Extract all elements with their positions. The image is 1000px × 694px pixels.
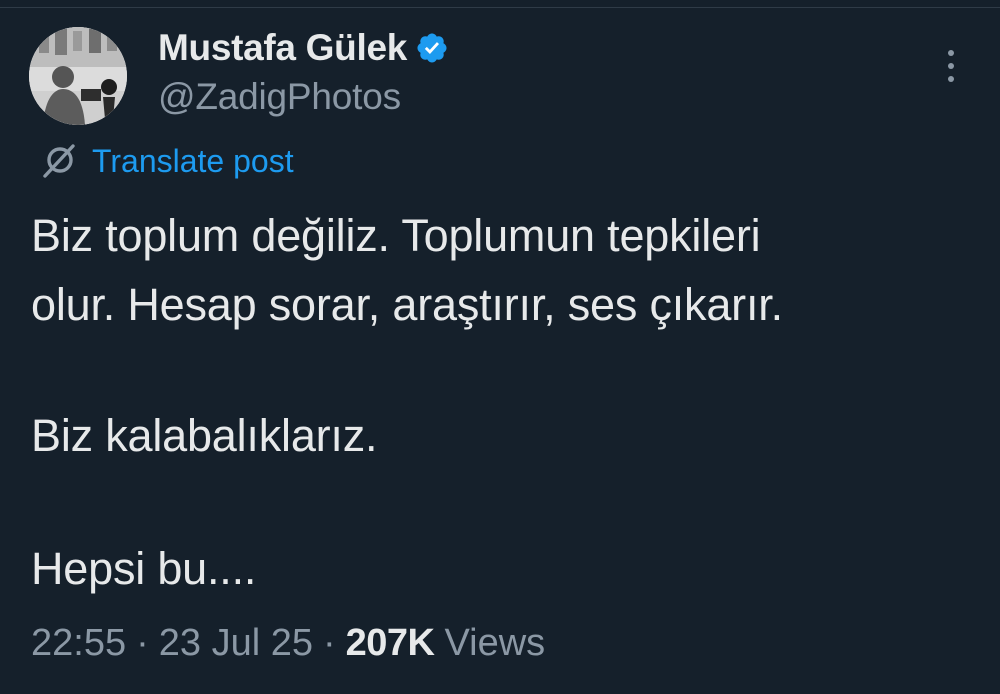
author-display-name[interactable]: Mustafa Gülek bbox=[158, 27, 407, 69]
tweet-time[interactable]: 22:55 bbox=[31, 622, 126, 665]
translate-post-label[interactable]: Translate post bbox=[92, 143, 294, 180]
tweet-text-line: Hepsi bu.... bbox=[31, 543, 257, 594]
profile-photo bbox=[29, 27, 127, 125]
author-name-row[interactable]: Mustafa Gülek bbox=[158, 26, 451, 70]
tweet-text-line: Biz toplum değiliz. Toplumun tepkileri bbox=[31, 210, 761, 261]
meta-separator: · bbox=[322, 621, 336, 664]
translate-globe-icon bbox=[40, 141, 80, 181]
views-label[interactable]: Views bbox=[444, 622, 545, 665]
more-dot bbox=[948, 63, 954, 69]
views-count[interactable]: 207K bbox=[346, 622, 435, 665]
tweet-card: Mustafa Gülek @ZadigPhotos Translate pos… bbox=[0, 0, 1000, 694]
translate-post-link[interactable]: Translate post bbox=[40, 140, 294, 182]
author-handle[interactable]: @ZadigPhotos bbox=[158, 76, 401, 118]
avatar[interactable] bbox=[29, 27, 127, 125]
more-dot bbox=[948, 76, 954, 82]
verified-badge-icon[interactable] bbox=[415, 30, 451, 66]
more-options-icon[interactable] bbox=[936, 46, 966, 86]
tweet-text-line: olur. Hesap sorar, araştırır, ses çıkarı… bbox=[31, 279, 783, 330]
more-dot bbox=[948, 50, 954, 56]
tweet-meta: 22:55 · 23 Jul 25 · 207K Views bbox=[31, 618, 545, 668]
tweet-text-line: Biz kalabalıklarız. bbox=[31, 410, 378, 461]
meta-separator: · bbox=[136, 621, 149, 664]
tweet-date[interactable]: 23 Jul 25 bbox=[159, 622, 313, 665]
